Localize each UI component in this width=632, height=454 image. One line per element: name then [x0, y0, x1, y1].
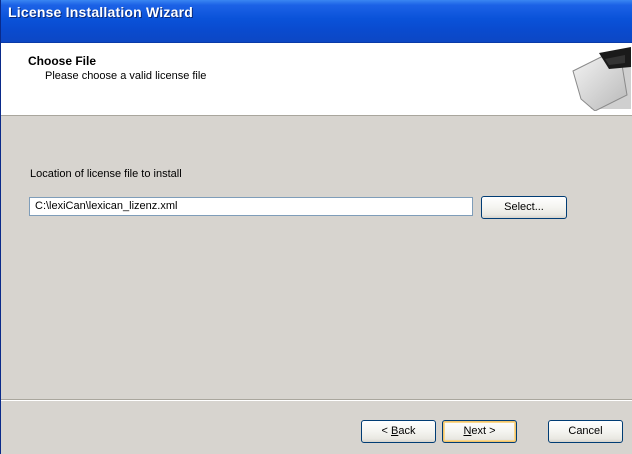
- next-button[interactable]: Next >: [442, 420, 517, 443]
- license-document-icon: [572, 47, 631, 111]
- location-label: Location of license file to install: [30, 168, 182, 180]
- title-bar[interactable]: License Installation Wizard: [1, 0, 632, 43]
- next-label: ext: [471, 425, 487, 437]
- back-label: ack: [398, 425, 416, 437]
- page-subtitle: Please choose a valid license file: [45, 70, 207, 82]
- page-title: Choose File: [28, 54, 97, 68]
- wizard-window: License Installation Wizard Choose File …: [0, 0, 632, 454]
- license-path-input[interactable]: C:\lexiCan\lexican_lizenz.xml: [29, 197, 473, 216]
- window-title: License Installation Wizard: [8, 4, 193, 20]
- back-button[interactable]: < Back: [361, 420, 436, 443]
- cancel-button[interactable]: Cancel: [548, 420, 623, 443]
- select-button[interactable]: Select...: [481, 196, 567, 219]
- wizard-content: Location of license file to install C:\l…: [1, 117, 632, 399]
- wizard-header: Choose File Please choose a valid licens…: [1, 43, 632, 116]
- footer-separator: [1, 399, 632, 401]
